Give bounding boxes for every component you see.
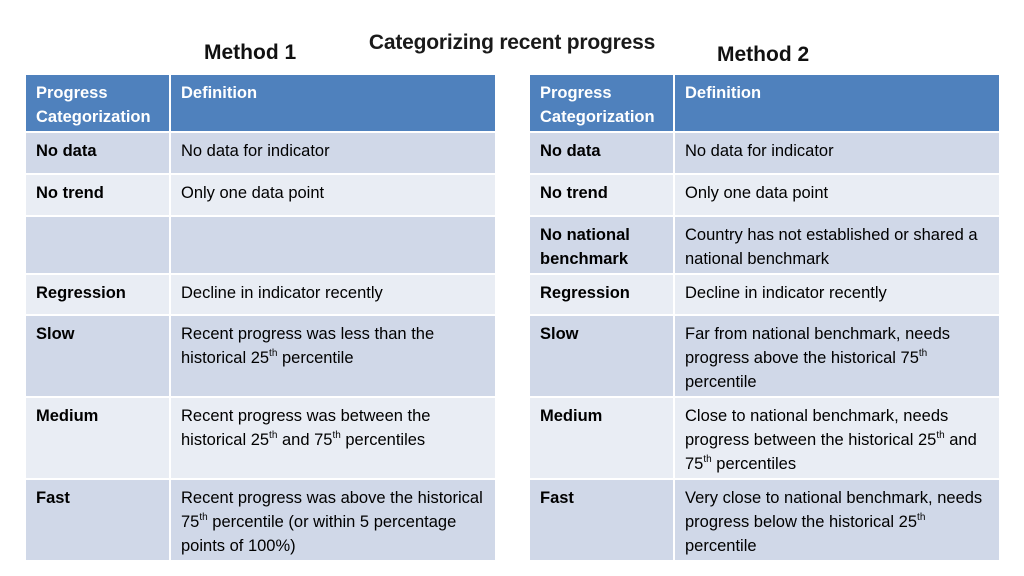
table-row: Regression Decline in indicator recently — [26, 275, 495, 316]
definition-cell: Recent progress was between the historic… — [171, 398, 495, 480]
table-header-row: Progress Categorization Definition — [26, 75, 495, 133]
definition-cell: Decline in indicator recently — [675, 275, 999, 316]
header-category: Progress Categorization — [26, 75, 171, 133]
definition-cell — [171, 217, 495, 275]
ordinal-suffix: th — [332, 429, 341, 441]
category-cell: Slow — [26, 316, 171, 398]
table-row: No trend Only one data point — [530, 175, 999, 217]
ordinal-suffix: th — [917, 511, 926, 523]
page-title: Categorizing recent progress — [368, 31, 656, 54]
category-cell: Medium — [26, 398, 171, 480]
category-cell: No data — [530, 133, 675, 175]
category-cell: Regression — [530, 275, 675, 316]
header-definition: Definition — [171, 75, 495, 133]
header-definition: Definition — [675, 75, 999, 133]
category-cell: No data — [26, 133, 171, 175]
definition-cell: Only one data point — [675, 175, 999, 217]
table-row: Slow Far from national benchmark, needs … — [530, 316, 999, 398]
definition-cell: Country has not established or shared a … — [675, 217, 999, 275]
method-2-table: Progress Categorization Definition No da… — [530, 75, 999, 560]
table-row: No trend Only one data point — [26, 175, 495, 217]
table-row: Slow Recent progress was less than the h… — [26, 316, 495, 398]
table-row: No data No data for indicator — [26, 133, 495, 175]
table-row: Medium Recent progress was between the h… — [26, 398, 495, 480]
category-cell — [26, 217, 171, 275]
table-row-empty — [26, 217, 495, 275]
header-category: Progress Categorization — [530, 75, 675, 133]
ordinal-suffix: th — [269, 347, 278, 359]
ordinal-suffix: th — [918, 347, 928, 359]
category-cell: Regression — [26, 275, 171, 316]
definition-cell: Very close to national benchmark, needs … — [675, 480, 999, 560]
category-cell: No trend — [530, 175, 675, 217]
category-cell: No national benchmark — [530, 217, 675, 275]
table-header-row: Progress Categorization Definition — [530, 75, 999, 133]
definition-cell: No data for indicator — [675, 133, 999, 175]
ordinal-suffix: th — [199, 511, 208, 523]
definition-cell: No data for indicator — [171, 133, 495, 175]
table-row: No national benchmark Country has not es… — [530, 217, 999, 275]
ordinal-suffix: th — [703, 453, 712, 465]
definition-cell: Close to national benchmark, needs progr… — [675, 398, 999, 480]
method-1-table: Progress Categorization Definition No da… — [26, 75, 495, 560]
definition-cell: Recent progress was above the historical… — [171, 480, 495, 560]
category-cell: Fast — [530, 480, 675, 560]
table-row: Medium Close to national benchmark, need… — [530, 398, 999, 480]
category-cell: Slow — [530, 316, 675, 398]
category-cell: No trend — [26, 175, 171, 217]
definition-cell: Only one data point — [171, 175, 495, 217]
ordinal-suffix: th — [936, 429, 945, 441]
category-cell: Medium — [530, 398, 675, 480]
table-row: Regression Decline in indicator recently — [530, 275, 999, 316]
definition-cell: Recent progress was less than the histor… — [171, 316, 495, 398]
ordinal-suffix: th — [269, 429, 278, 441]
method-2-label: Method 2 — [717, 43, 810, 66]
table-row: No data No data for indicator — [530, 133, 999, 175]
table-row: Fast Very close to national benchmark, n… — [530, 480, 999, 560]
method-1-label: Method 1 — [204, 41, 297, 64]
definition-cell: Far from national benchmark, needs progr… — [675, 316, 999, 398]
definition-cell: Decline in indicator recently — [171, 275, 495, 316]
table-row: Fast Recent progress was above the histo… — [26, 480, 495, 560]
category-cell: Fast — [26, 480, 171, 560]
